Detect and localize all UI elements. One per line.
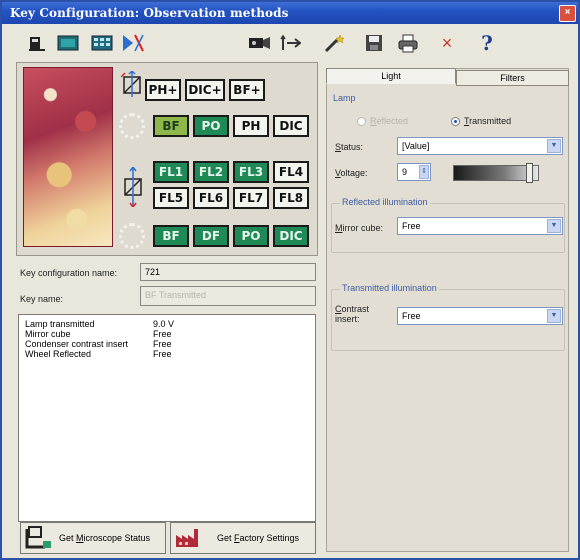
mirror-cube-label: Mirror cube: [335,223,384,233]
chevron-down-icon: ▼ [547,139,561,153]
title-bar: Key Configuration: Observation methods × [2,2,578,24]
method-ph-button[interactable]: PH [233,115,269,137]
objective-icon[interactable] [120,33,146,53]
reflected-label: Reflected [370,116,409,126]
voltage-input[interactable]: 9 ⇕ [397,163,431,181]
chevron-down-icon: ▼ [547,309,561,323]
voltage-slider-thumb[interactable] [526,163,533,183]
method-fl5-button[interactable]: FL5 [153,187,189,209]
camera-panel-icon[interactable] [56,33,80,53]
key-configuration-window: Key Configuration: Observation methods × [0,0,580,560]
help-icon[interactable]: ? [478,33,496,53]
settings-panel: Light Filters Lamp Reflected Transmitted… [326,68,569,552]
method-po-reflected-button[interactable]: PO [233,225,269,247]
grid-panel-icon[interactable] [90,33,114,53]
method-po-button[interactable]: PO [193,115,229,137]
microscope-icon[interactable] [26,33,48,53]
method-fl1-button[interactable]: FL1 [153,161,189,183]
transmitted-label: Transmitted [464,116,512,126]
reflected-radio[interactable] [357,117,366,126]
list-item: Lamp transmitted 9.0 V [25,319,175,329]
key-name-field[interactable]: BF Transmitted [140,286,316,306]
method-ph-plus-button[interactable]: PH+ [145,79,181,101]
get-factory-settings-button[interactable]: Get Factory Settings [170,522,316,554]
print-icon[interactable] [396,33,420,53]
tab-light[interactable]: Light [326,68,456,84]
method-dic-button[interactable]: DIC [273,115,309,137]
wheel-transmitted-icon [119,113,145,139]
status-select[interactable]: [Value] ▼ [397,137,563,155]
contrast-insert-select[interactable]: Free ▼ [397,307,563,325]
factory-icon [176,529,198,547]
key-config-name-label: Key configuration name: [20,268,118,278]
save-icon[interactable] [362,33,386,53]
method-df-button[interactable]: DF [193,225,229,247]
observation-method-panel: PH+ DIC+ BF+ BF PO PH DIC FL1 FL2 FL3 FL… [16,62,318,256]
close-icon[interactable]: × [559,5,576,22]
method-bf-plus-button[interactable]: BF+ [229,79,265,101]
settings-list[interactable]: Lamp transmitted 9.0 V Mirror cube Free Co… [18,314,316,522]
transmitted-radio[interactable] [451,117,460,126]
chevron-down-icon: ▼ [547,219,561,233]
lamp-group-title: Lamp [333,93,356,103]
list-item: Condenser contrast insert Free [25,339,172,349]
mirror-cube-select[interactable]: Free ▼ [397,217,563,235]
wheel-reflected-icon [119,223,145,249]
transfer-icon[interactable] [278,33,302,53]
toolbar: × ? [2,25,578,59]
transmitted-illumination-title: Transmitted illumination [340,283,439,293]
specimen-image [23,67,113,247]
method-bf-button[interactable]: BF [153,115,189,137]
method-fl6-button[interactable]: FL6 [193,187,229,209]
tab-filters[interactable]: Filters [456,70,569,86]
method-fl2-button[interactable]: FL2 [193,161,229,183]
method-fl7-button[interactable]: FL7 [233,187,269,209]
reflected-light-icon [124,167,142,207]
microscope-status-icon [25,526,51,549]
key-name-label: Key name: [20,294,64,304]
reflected-illumination-title: Reflected illumination [340,197,430,207]
method-dic-plus-button[interactable]: DIC+ [185,79,225,101]
get-microscope-status-button[interactable]: Get Microscope Status [20,522,166,554]
key-config-name-field[interactable]: 721 [140,263,316,281]
list-item: Wheel Reflected Free [25,349,172,359]
window-title: Key Configuration: Observation methods [10,6,289,20]
projector-icon[interactable] [246,33,272,53]
method-fl3-button[interactable]: FL3 [233,161,269,183]
method-dic-reflected-button[interactable]: DIC [273,225,309,247]
contrast-insert-label: Contrast insert: [335,304,370,324]
method-bf-reflected-button[interactable]: BF [153,225,189,247]
status-label: Status: [335,142,364,152]
wand-icon[interactable] [322,33,346,53]
transmitted-light-icon [121,71,141,97]
delete-icon[interactable]: × [438,33,456,53]
voltage-label: Voltage: [335,168,368,178]
spinner-icon[interactable]: ⇕ [419,165,429,179]
method-fl8-button[interactable]: FL8 [273,187,309,209]
method-fl4-button[interactable]: FL4 [273,161,309,183]
list-item: Mirror cube Free [25,329,172,339]
